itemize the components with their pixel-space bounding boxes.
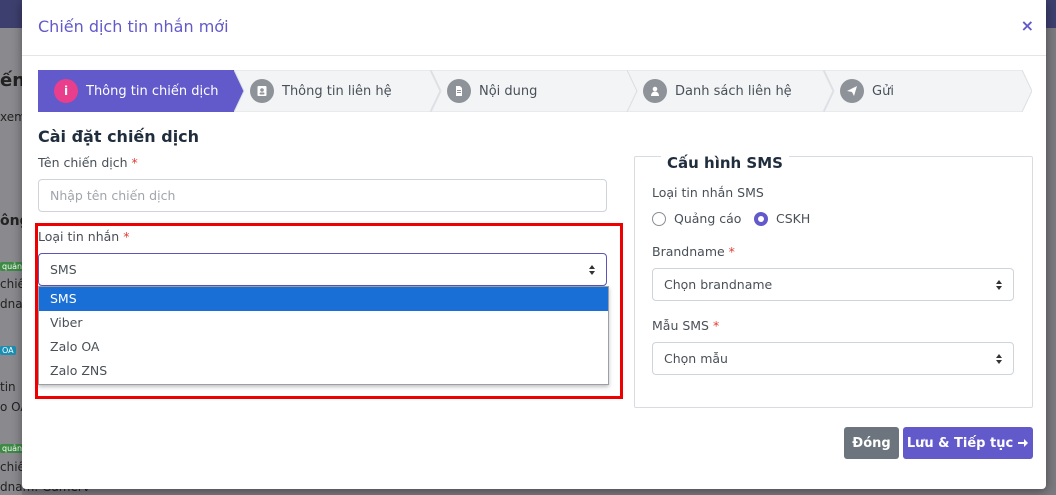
document-icon bbox=[447, 79, 471, 103]
required-marker: * bbox=[712, 318, 720, 333]
step-contact-list[interactable]: Danh sách liên hệ bbox=[627, 70, 833, 112]
brandname-select[interactable]: Chọn brandname bbox=[652, 268, 1014, 301]
campaign-name-label-text: Tên chiến dịch bbox=[38, 155, 128, 170]
radio-label: CSKH bbox=[776, 211, 811, 226]
step-campaign-info[interactable]: i Thông tin chiến dịch bbox=[38, 70, 244, 112]
brandname-value: Chọn brandname bbox=[664, 277, 773, 292]
arrow-right-icon bbox=[1018, 439, 1029, 447]
sms-config-legend: Cấu hình SMS bbox=[661, 154, 789, 172]
radio-label: Quảng cáo bbox=[674, 211, 742, 226]
save-continue-label: Lưu & Tiếp tục bbox=[906, 435, 1014, 451]
close-icon[interactable]: × bbox=[1021, 16, 1034, 35]
required-marker: * bbox=[131, 155, 138, 170]
brandname-label-text: Brandname bbox=[652, 244, 725, 259]
radio-circle bbox=[652, 211, 666, 226]
step-label: Nội dung bbox=[479, 83, 538, 99]
select-caret-icon bbox=[996, 279, 1002, 290]
send-icon bbox=[840, 79, 864, 103]
modal-title: Chiến dịch tin nhắn mới bbox=[38, 17, 229, 36]
background-badge: quản bbox=[0, 262, 25, 271]
sms-type-label: Loại tin nhắn SMS bbox=[652, 185, 764, 200]
radio-advertising[interactable]: Quảng cáo bbox=[652, 211, 741, 226]
close-button[interactable]: Đóng bbox=[844, 427, 899, 459]
save-continue-button[interactable]: Lưu & Tiếp tục bbox=[903, 427, 1033, 459]
step-send[interactable]: Gửi bbox=[824, 70, 1032, 112]
step-contact-info[interactable]: Thông tin liên hệ bbox=[234, 70, 440, 112]
campaign-name-placeholder: Nhập tên chiến dịch bbox=[50, 188, 176, 203]
brandname-label: Brandname * bbox=[652, 244, 735, 259]
step-label: Thông tin chiến dịch bbox=[86, 83, 219, 99]
template-select[interactable]: Chọn mẫu bbox=[652, 342, 1014, 375]
step-label: Gửi bbox=[872, 83, 894, 99]
template-value: Chọn mẫu bbox=[664, 351, 728, 366]
section-title: Cài đặt chiến dịch bbox=[38, 127, 200, 146]
template-label: Mẫu SMS * bbox=[652, 318, 719, 333]
background-badge: OA bbox=[0, 346, 16, 355]
background-badge: quản bbox=[0, 444, 25, 453]
step-label: Danh sách liên hệ bbox=[675, 83, 792, 99]
campaign-name-input[interactable]: Nhập tên chiến dịch bbox=[38, 179, 607, 212]
modal-header: Chiến dịch tin nhắn mới × bbox=[22, 0, 1046, 56]
wizard-stepper: i Thông tin chiến dịch Thông tin liên hệ… bbox=[38, 70, 1032, 112]
radio-circle-checked bbox=[754, 211, 768, 226]
user-icon bbox=[643, 79, 667, 103]
required-marker: * bbox=[728, 244, 735, 259]
campaign-name-label: Tên chiến dịch * bbox=[38, 155, 138, 170]
step-content[interactable]: Nội dung bbox=[431, 70, 637, 112]
highlight-box bbox=[35, 223, 623, 399]
info-icon: i bbox=[54, 79, 78, 103]
contact-card-icon bbox=[250, 79, 274, 103]
template-label-text: Mẫu SMS bbox=[652, 318, 709, 333]
select-caret-icon bbox=[996, 353, 1002, 364]
background-fragment: tin bbox=[0, 380, 16, 394]
radio-cskh[interactable]: CSKH bbox=[754, 211, 810, 226]
step-label: Thông tin liên hệ bbox=[282, 83, 392, 99]
